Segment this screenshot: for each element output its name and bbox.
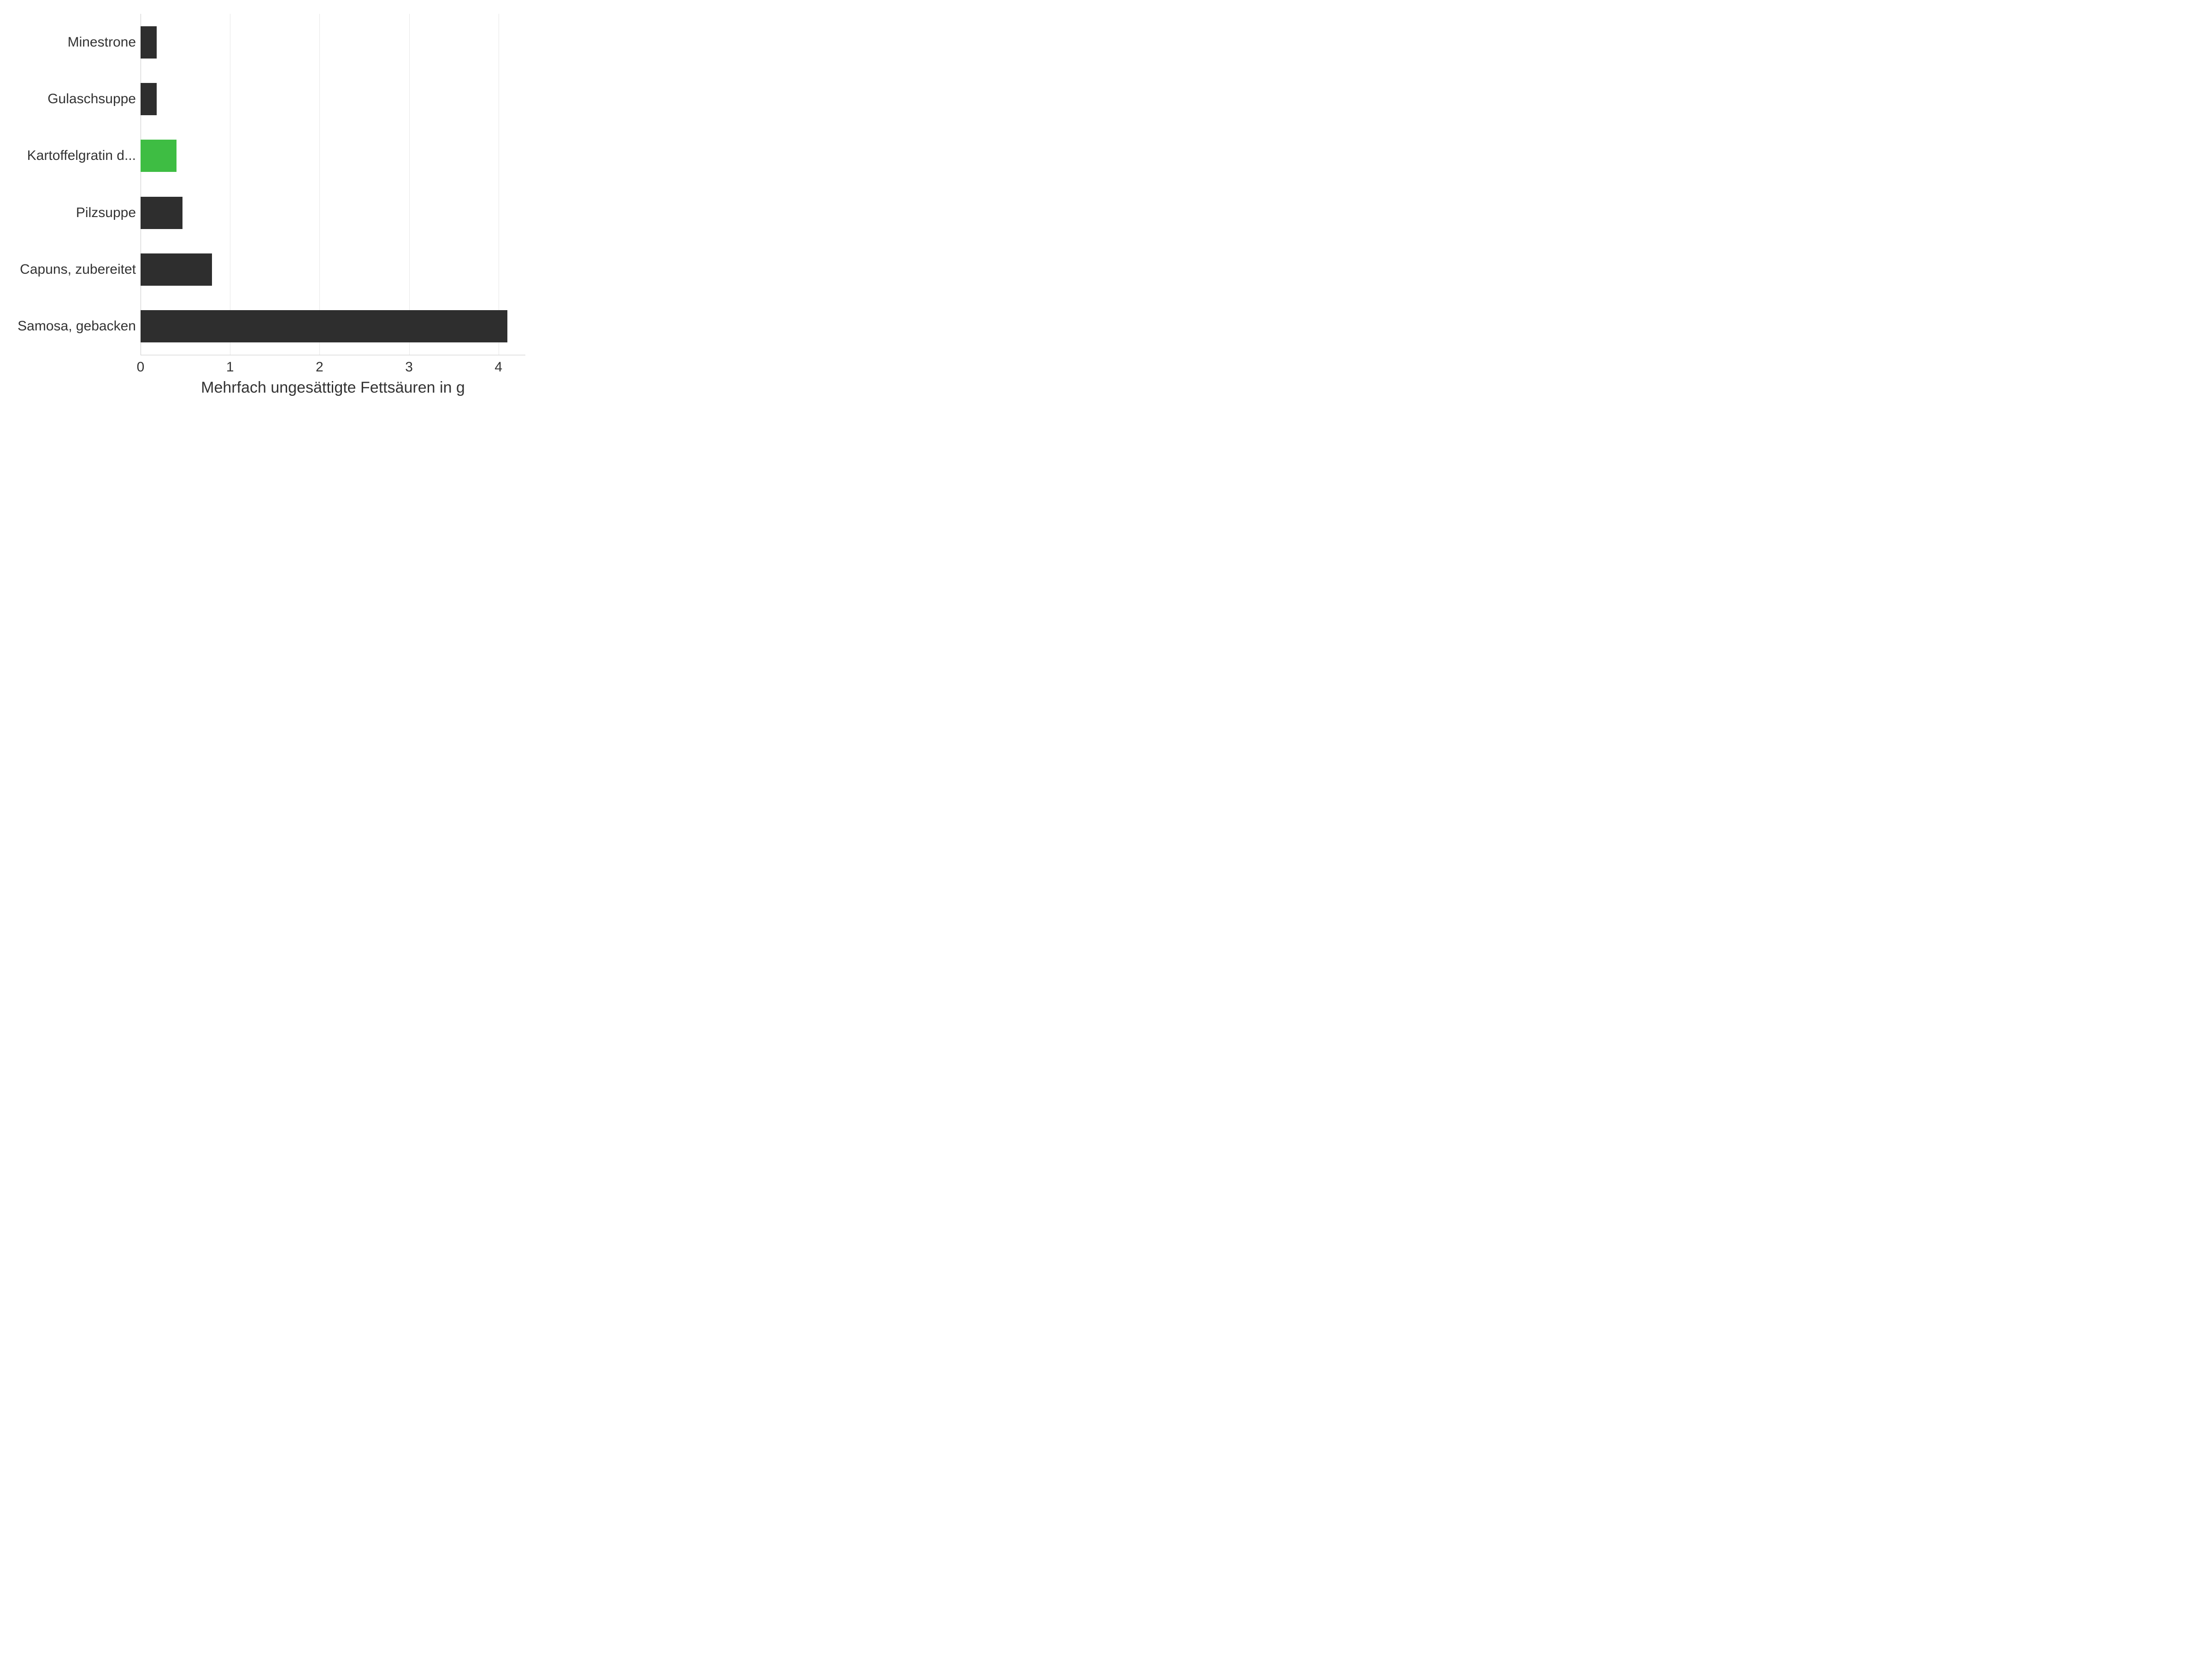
x-tick-label: 3 [405, 359, 413, 375]
bar [141, 26, 157, 59]
gridline [319, 14, 320, 355]
x-tick-label: 4 [494, 359, 502, 375]
bar [141, 197, 182, 229]
y-tick-label: Samosa, gebacken [18, 318, 136, 334]
x-tick-label: 0 [137, 359, 145, 375]
y-tick-label: Pilzsuppe [76, 205, 136, 221]
bar [141, 310, 507, 342]
y-tick-label: Kartoffelgratin d... [27, 148, 136, 164]
y-tick-label: Gulaschsuppe [47, 91, 136, 107]
bar [141, 83, 157, 115]
y-tick-label: Minestrone [68, 35, 136, 50]
x-tick-label: 1 [226, 359, 234, 375]
bar [141, 253, 212, 286]
bar [141, 140, 176, 172]
x-tick-label: 2 [316, 359, 324, 375]
gridline [409, 14, 410, 355]
y-tick-label: Capuns, zubereitet [20, 262, 136, 277]
x-axis-title: Mehrfach ungesättigte Fettsäuren in g [141, 379, 525, 397]
plot-area [141, 14, 525, 355]
bar-chart: Mehrfach ungesättigte Fettsäuren in g 0 1… [0, 0, 553, 415]
